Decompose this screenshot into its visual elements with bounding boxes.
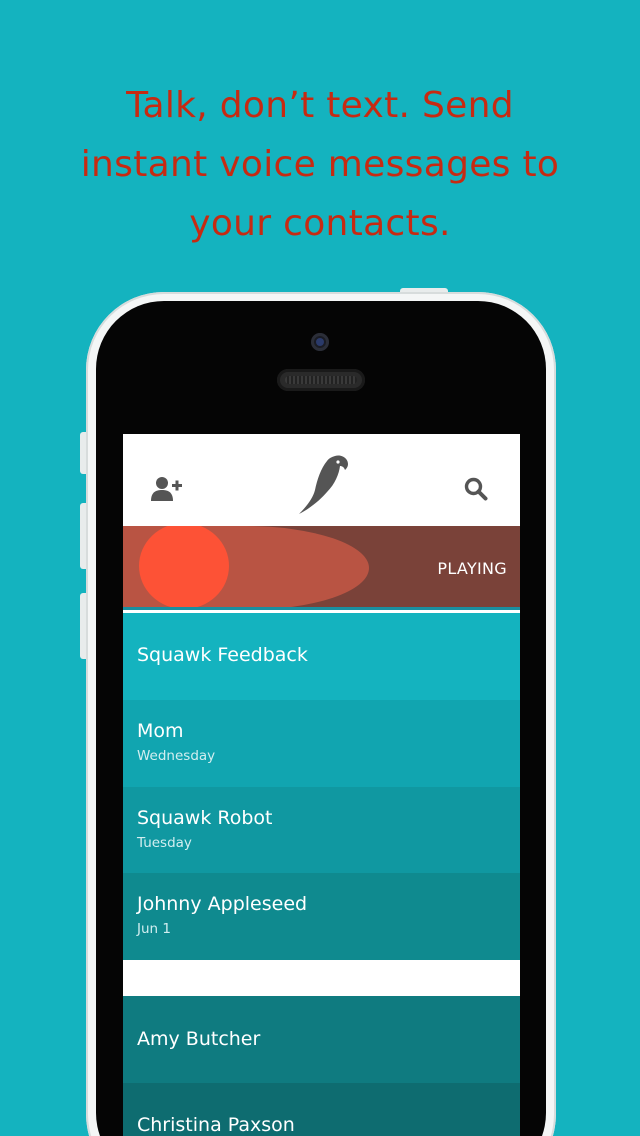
conversation-date: Wednesday — [137, 748, 216, 764]
parrot-logo-icon — [299, 455, 348, 514]
conversation-name: Mom — [137, 720, 184, 742]
conversation-row[interactable]: Mom Wednesday — [123, 700, 520, 787]
contact-name: Amy Butcher — [137, 1028, 261, 1050]
headline-line-3: your contacts. — [189, 203, 451, 244]
search-icon — [464, 477, 488, 501]
app-screen: PLAYING Squawk Feedback Mom Wednesday Sq… — [123, 434, 520, 1136]
player-divider — [123, 607, 520, 610]
conversation-row[interactable]: Johnny Appleseed Jun 1 — [123, 873, 520, 960]
front-camera — [311, 333, 329, 351]
conversation-name: Squawk Robot — [137, 807, 273, 829]
voice-message-player[interactable]: PLAYING — [123, 526, 520, 610]
contact-name: Christina Paxson — [137, 1114, 295, 1136]
conversation-row[interactable]: Squawk Robot Tuesday — [123, 787, 520, 874]
app-header — [123, 434, 520, 526]
conversation-name: Johnny Appleseed — [137, 893, 308, 915]
app-logo — [295, 452, 351, 518]
section-divider — [123, 960, 520, 996]
playback-indicator[interactable] — [139, 526, 229, 609]
conversation-date: Tuesday — [137, 835, 192, 851]
conversation-name: Squawk Feedback — [137, 644, 308, 666]
contact-row[interactable]: Amy Butcher — [123, 996, 520, 1083]
player-status-label: PLAYING — [437, 559, 507, 578]
add-contact-button[interactable] — [149, 474, 183, 504]
conversation-row[interactable]: Squawk Feedback — [123, 613, 520, 700]
search-button[interactable] — [461, 474, 491, 504]
headline-line-2: instant voice messages to — [80, 144, 560, 185]
app-store-screenshot: Talk, don’t text. Send instant voice mes… — [0, 0, 640, 1136]
contact-row[interactable]: Christina Paxson — [123, 1083, 520, 1136]
promo-headline: Talk, don’t text. Send instant voice mes… — [40, 76, 600, 253]
headline-line-1: Talk, don’t text. Send — [126, 85, 514, 126]
add-contact-icon — [151, 477, 182, 501]
conversation-date: Jun 1 — [137, 921, 171, 937]
earpiece-speaker — [277, 369, 365, 391]
